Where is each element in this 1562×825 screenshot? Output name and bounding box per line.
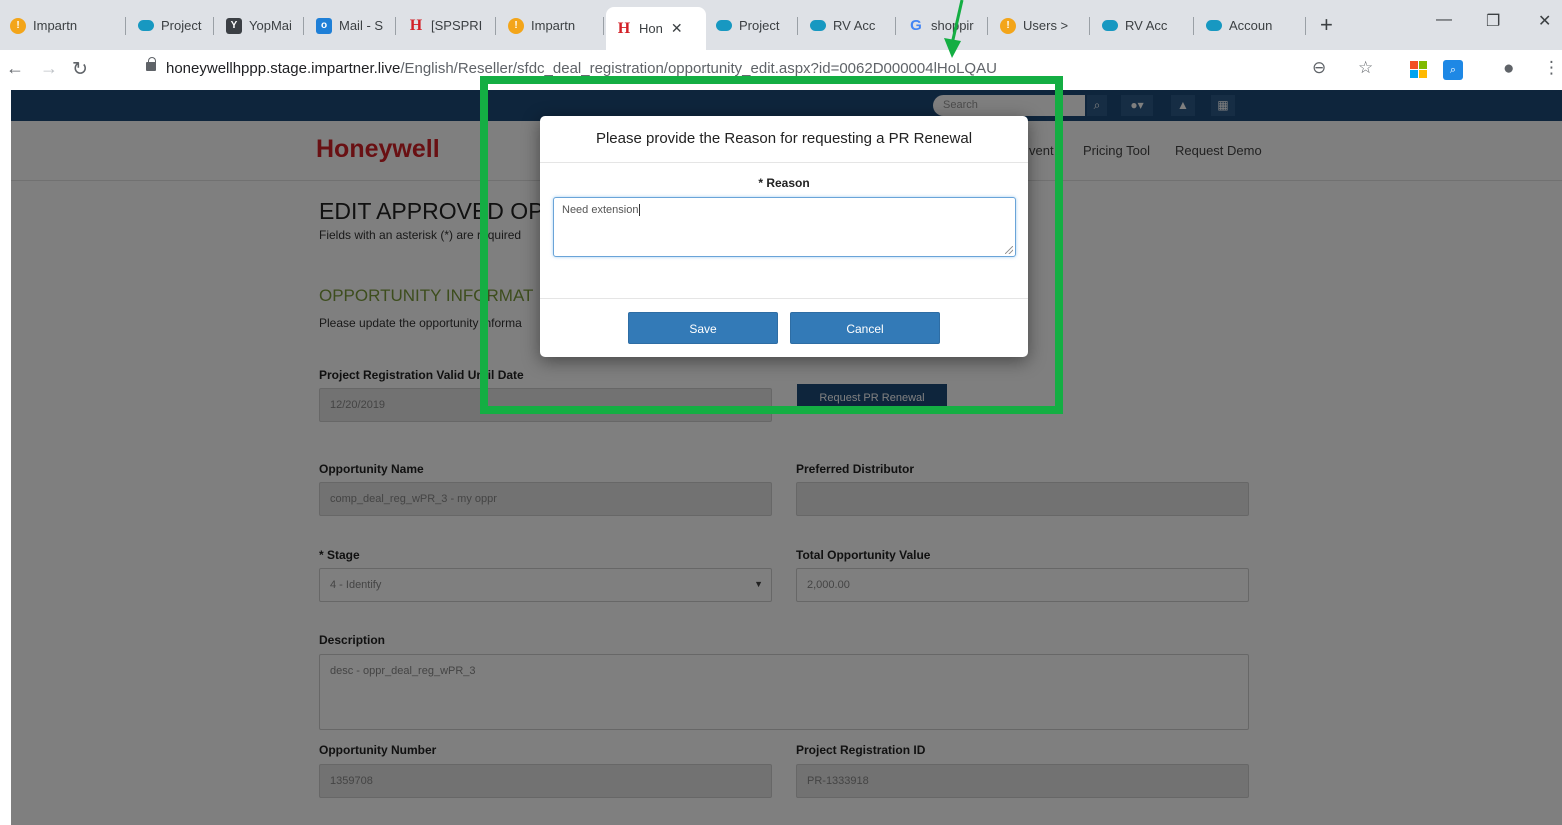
annotation-arrow-icon — [944, 0, 964, 58]
